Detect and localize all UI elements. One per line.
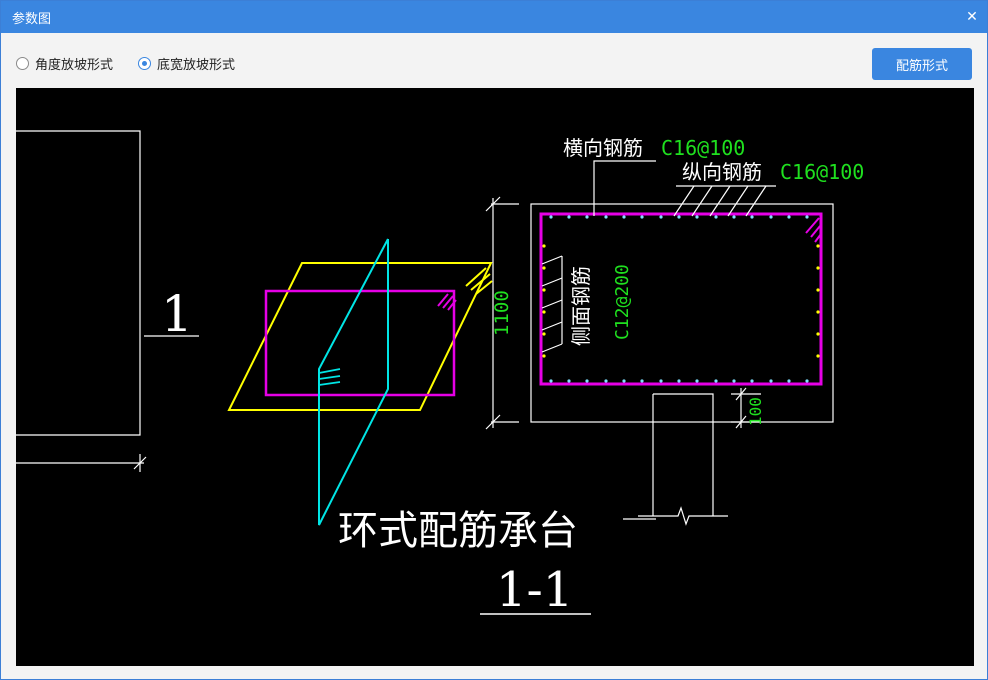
close-icon[interactable]: ✕ bbox=[957, 1, 987, 33]
section-1-1-view: 横向钢筋 C16@100 纵向钢筋 C16@100 侧面钢筋 C12@200 1… bbox=[485, 136, 864, 526]
cad-drawing: 1 横向钢筋 C16@100 纵向钢筋 C16@100 侧面钢筋 C12@200… bbox=[16, 130, 864, 618]
height-dimension-label: 1100 bbox=[491, 290, 513, 336]
section-marker-label: 1 bbox=[161, 285, 193, 343]
drawing-title: 环式配筋承台 bbox=[338, 508, 578, 554]
longitudinal-rebar-value: C16@100 bbox=[780, 160, 864, 184]
isometric-cap-view bbox=[227, 238, 493, 526]
embed-dimension-label: 100 bbox=[746, 397, 765, 426]
section-title: 1-1 bbox=[496, 562, 573, 618]
rebar-form-button[interactable]: 配筋形式 bbox=[872, 48, 972, 80]
window-title: 参数图 bbox=[12, 11, 52, 27]
radio-angle-slope-label: 角度放坡形式 bbox=[35, 58, 114, 73]
cad-drawing-canvas: 1 横向钢筋 C16@100 纵向钢筋 C16@100 侧面钢筋 C12@200… bbox=[16, 88, 974, 666]
parameter-diagram-window: 参数图 ✕ 角度放坡形式 底宽放坡形式 配筋形式 1 横向钢筋 C16@100 … bbox=[0, 0, 988, 680]
transverse-rebar-label: 横向钢筋 bbox=[563, 136, 643, 160]
radio-circle-icon[interactable] bbox=[16, 57, 29, 70]
side-rebar-value: C12@200 bbox=[612, 264, 633, 340]
radio-bottom-width-slope-label: 底宽放坡形式 bbox=[157, 58, 236, 73]
radio-angle-slope[interactable]: 角度放坡形式 bbox=[16, 54, 113, 73]
longitudinal-rebar-label: 纵向钢筋 bbox=[682, 160, 762, 184]
side-rebar-label: 侧面钢筋 bbox=[569, 266, 593, 346]
radio-checked-icon[interactable] bbox=[138, 57, 151, 70]
radio-bottom-width-slope[interactable]: 底宽放坡形式 bbox=[138, 54, 235, 73]
title-bar: 参数图 ✕ bbox=[1, 1, 987, 33]
transverse-rebar-value: C16@100 bbox=[661, 136, 745, 160]
options-bar: 角度放坡形式 底宽放坡形式 配筋形式 bbox=[1, 41, 987, 85]
